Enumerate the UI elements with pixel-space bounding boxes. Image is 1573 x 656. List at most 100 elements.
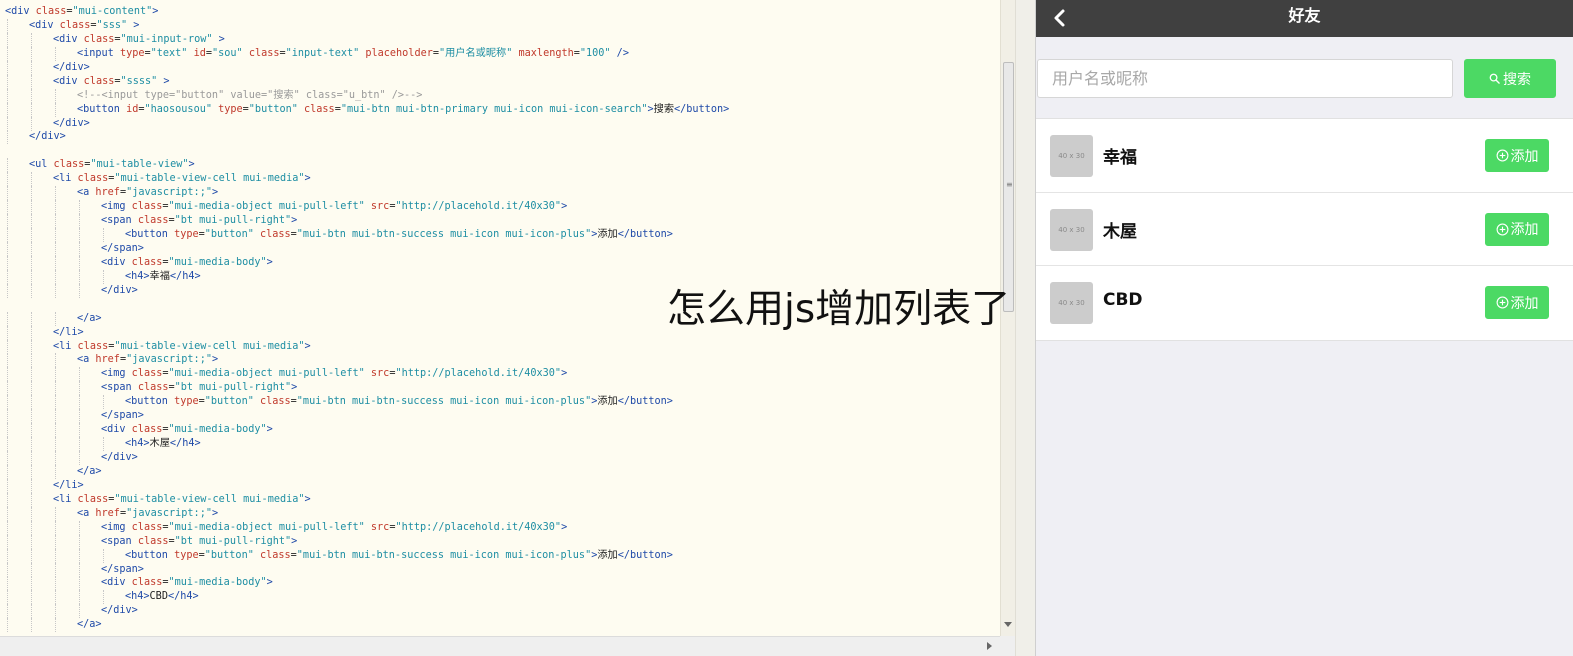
code-line[interactable]: </a> <box>0 618 1000 633</box>
code-token: </h4> <box>167 591 199 603</box>
code-line[interactable]: <button id="haosousou" type="button" cla… <box>0 102 1000 117</box>
code-token: "button" <box>204 549 254 561</box>
code-token: src <box>370 368 390 380</box>
indent-guide <box>7 409 8 424</box>
code-token: "mui-media-object mui-pull-left" <box>168 521 365 533</box>
indent-guide <box>31 228 32 242</box>
indent-guide <box>31 339 32 354</box>
list-item[interactable]: 40 x 30 CBD 添加 <box>1036 266 1573 340</box>
indent-guide <box>55 283 56 298</box>
code-line[interactable]: <h4>CBD</h4> <box>0 590 1000 605</box>
code-text: <span class="bt mui-pull-right"> <box>101 381 297 395</box>
indent-guide <box>55 241 56 256</box>
code-line[interactable]: <div class="ssss" > <box>0 74 1000 89</box>
indent-guide <box>55 311 56 326</box>
code-line[interactable]: <span class="bt mui-pull-right"> <box>0 214 1000 229</box>
code-line[interactable]: <img class="mui-media-object mui-pull-le… <box>0 367 1000 382</box>
code-token: <div <box>101 577 132 589</box>
code-text: </div> <box>101 451 138 465</box>
code-token: <li <box>53 493 78 505</box>
code-token: class <box>131 424 163 436</box>
add-friend-button[interactable]: 添加 <box>1485 286 1549 320</box>
code-line[interactable]: </span> <box>0 409 1000 424</box>
code-text: <a href="javascript:;"> <box>77 353 218 367</box>
code-line[interactable]: <div class="mui-content"> <box>0 5 1000 19</box>
indent-guide <box>79 409 80 424</box>
code-line[interactable]: <button type="button" class="mui-btn mui… <box>0 548 1000 563</box>
code-line[interactable]: <a href="javascript:;"> <box>0 353 1000 368</box>
code-token: "100" <box>579 47 611 59</box>
code-line[interactable]: <input type="text" id="sou" class="input… <box>0 46 1000 61</box>
code-text: <span class="bt mui-pull-right"> <box>101 214 297 228</box>
code-line[interactable]: <span class="bt mui-pull-right"> <box>0 381 1000 396</box>
code-line[interactable]: </li> <box>0 478 1000 493</box>
code-token: "button" <box>204 229 254 240</box>
code-token: > <box>266 424 273 436</box>
indent-guide <box>103 548 104 563</box>
code-token: 搜索 <box>653 103 675 115</box>
code-line[interactable]: <div class="mui-input-row" > <box>0 32 1000 47</box>
code-line[interactable]: </span> <box>0 241 1000 256</box>
code-line[interactable]: <button type="button" class="mui-btn mui… <box>0 228 1000 242</box>
code-line[interactable]: </span> <box>0 562 1000 577</box>
code-token: class <box>59 19 91 31</box>
pane-splitter[interactable] <box>1015 0 1036 656</box>
code-text: </span> <box>101 242 144 256</box>
add-friend-button[interactable]: 添加 <box>1485 212 1549 246</box>
code-line[interactable]: <div class="mui-media-body"> <box>0 423 1000 438</box>
code-line[interactable]: <button type="button" class="mui-btn mui… <box>0 395 1000 410</box>
indent-guide <box>7 339 8 354</box>
code-line[interactable]: <li class="mui-table-view-cell mui-media… <box>0 339 1000 354</box>
code-line[interactable]: </div> <box>0 451 1000 465</box>
code-line[interactable]: <div class="sss" > <box>0 18 1000 33</box>
scroll-right-arrow-icon[interactable] <box>987 642 992 650</box>
code-line[interactable] <box>0 144 1000 158</box>
code-token: "javascript:;" <box>126 354 212 366</box>
code-line[interactable]: <a href="javascript:;"> <box>0 186 1000 201</box>
code-line[interactable]: <div class="mui-media-body"> <box>0 576 1000 591</box>
code-text: <div class="mui-media-body"> <box>101 423 273 437</box>
code-line[interactable]: </div> <box>0 116 1000 131</box>
code-line[interactable]: <div class="mui-media-body"> <box>0 255 1000 270</box>
list-item[interactable]: 40 x 30 木屋 添加 <box>1036 193 1573 267</box>
code-line[interactable]: <ul class="mui-table-view"> <box>0 158 1000 173</box>
code-text: <a href="javascript:;"> <box>77 186 218 200</box>
code-line[interactable]: </div> <box>0 604 1000 619</box>
code-line[interactable]: <img class="mui-media-object mui-pull-le… <box>0 200 1000 215</box>
code-token: "mui-btn mui-btn-success mui-icon mui-ic… <box>296 396 592 408</box>
code-token: "http://placehold.it/40x30" <box>395 201 562 213</box>
code-line[interactable]: <span class="bt mui-pull-right"> <box>0 534 1000 549</box>
code-line[interactable]: <h4>木屋</h4> <box>0 437 1000 452</box>
indent-guide <box>55 102 56 117</box>
list-item[interactable]: 40 x 30 幸福 添加 <box>1036 119 1573 193</box>
indent-guide <box>31 423 32 438</box>
code-line[interactable]: <li class="mui-table-view-cell mui-media… <box>0 172 1000 187</box>
indent-guide <box>55 590 56 605</box>
code-token: "input-text" <box>285 47 360 59</box>
editor-horizontal-scrollbar[interactable] <box>0 636 1000 656</box>
code-line[interactable]: <a href="javascript:;"> <box>0 506 1000 521</box>
code-text: <img class="mui-media-object mui-pull-le… <box>101 200 567 214</box>
scrollbar-thumb[interactable]: ≡ <box>1003 62 1014 312</box>
code-line[interactable]: </div> <box>0 130 1000 145</box>
code-line[interactable]: <li class="mui-table-view-cell mui-media… <box>0 492 1000 507</box>
indent-guide <box>79 269 80 284</box>
code-line[interactable]: <img class="mui-media-object mui-pull-le… <box>0 520 1000 535</box>
indent-guide <box>31 548 32 563</box>
code-token: > <box>127 19 140 31</box>
code-token: </div> <box>29 131 66 143</box>
scroll-down-arrow-icon[interactable] <box>1004 622 1012 627</box>
add-friend-button[interactable]: 添加 <box>1485 139 1549 172</box>
code-token: class <box>83 33 115 45</box>
search-button[interactable]: 搜索 <box>1464 59 1556 98</box>
search-input[interactable] <box>1037 59 1453 98</box>
code-token: "javascript:;" <box>126 507 212 519</box>
indent-guide <box>7 228 8 242</box>
code-line[interactable]: </div> <box>0 60 1000 75</box>
indent-guide <box>31 116 32 131</box>
code-line[interactable]: </a> <box>0 464 1000 479</box>
code-token: class <box>131 256 163 268</box>
code-line[interactable]: <!--<input type="button" value="搜索" clas… <box>0 88 1000 103</box>
code-token: class <box>53 159 85 171</box>
code-token: class <box>137 535 169 547</box>
